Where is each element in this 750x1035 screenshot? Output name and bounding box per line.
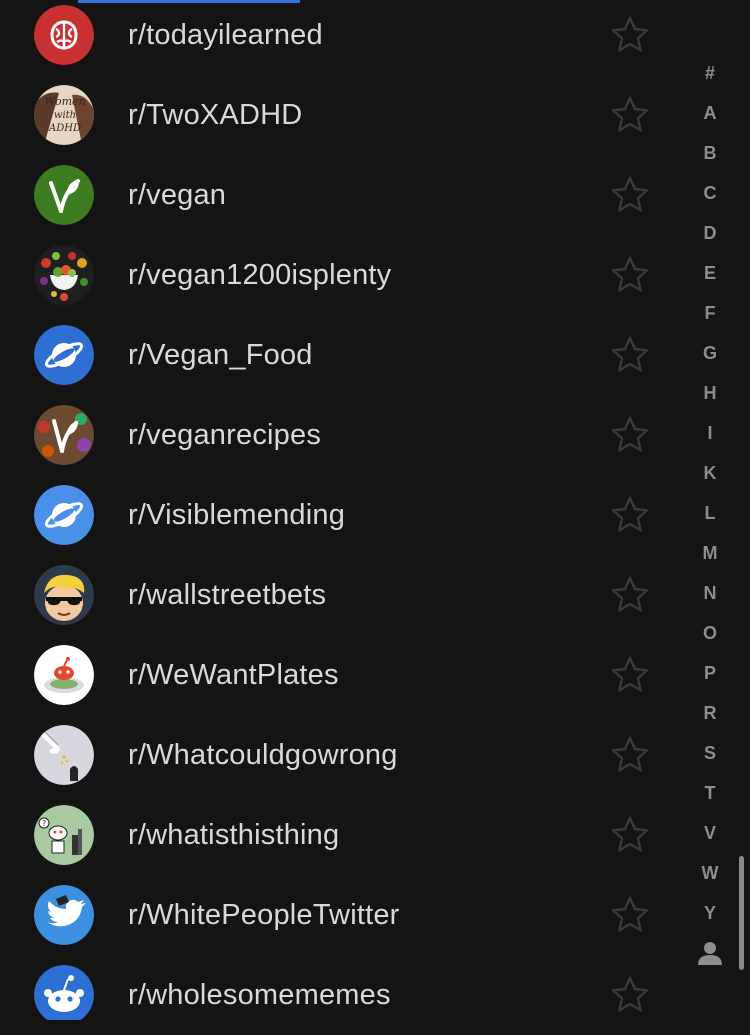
list-item[interactable]: r/Visiblemending bbox=[0, 475, 690, 555]
favorite-star-icon[interactable] bbox=[610, 175, 650, 215]
favorite-star-icon[interactable] bbox=[610, 575, 650, 615]
icon-text-with: with bbox=[54, 110, 76, 121]
favorite-star-icon[interactable] bbox=[610, 735, 650, 775]
subreddit-name: r/wallstreetbets bbox=[128, 579, 327, 611]
user-icon[interactable] bbox=[697, 933, 723, 973]
wsb-guy-icon bbox=[34, 565, 94, 625]
list-item[interactable]: r/todayilearned bbox=[0, 0, 690, 75]
list-item[interactable]: r/vegan bbox=[0, 155, 690, 235]
index-letter[interactable]: C bbox=[704, 173, 717, 213]
index-letter[interactable]: Y bbox=[704, 893, 716, 933]
index-letter[interactable]: N bbox=[704, 573, 717, 613]
subreddit-name: r/whatisthisthing bbox=[128, 819, 340, 851]
planet-icon bbox=[34, 485, 94, 545]
favorite-star-icon[interactable] bbox=[610, 415, 650, 455]
svg-text:?: ? bbox=[42, 819, 46, 828]
icon-text-women: Women bbox=[44, 95, 85, 108]
list-item[interactable]: r/Vegan_Food bbox=[0, 315, 690, 395]
subreddit-name: r/Vegan_Food bbox=[128, 339, 313, 371]
subreddit-name: r/todayilearned bbox=[128, 19, 323, 51]
icon-text-adhd: ADHD bbox=[48, 123, 81, 134]
list-item[interactable]: r/veganrecipes bbox=[0, 395, 690, 475]
list-item[interactable]: ? r/whatisthisthing bbox=[0, 795, 690, 875]
bottom-edge bbox=[0, 1020, 750, 1032]
index-letter[interactable]: T bbox=[705, 773, 716, 813]
subreddit-name: r/veganrecipes bbox=[128, 419, 322, 451]
list-item[interactable]: r/WeWantPlates bbox=[0, 635, 690, 715]
planet-icon bbox=[34, 325, 94, 385]
index-letter[interactable]: R bbox=[704, 693, 717, 733]
index-letter[interactable]: M bbox=[703, 533, 718, 573]
list-item[interactable]: r/WhitePeopleTwitter bbox=[0, 875, 690, 955]
women-with-adhd-icon: Women with ADHD bbox=[34, 85, 94, 145]
subreddit-name: r/vegan1200isplenty bbox=[128, 259, 392, 291]
index-letter[interactable]: D bbox=[704, 213, 717, 253]
index-letter[interactable]: P bbox=[704, 653, 716, 693]
favorite-star-icon[interactable] bbox=[610, 255, 650, 295]
subreddit-name: r/Whatcouldgowrong bbox=[128, 739, 398, 771]
subreddit-name: r/WeWantPlates bbox=[128, 659, 339, 691]
list-item[interactable]: Women with ADHD r/TwoXADHD bbox=[0, 75, 690, 155]
favorite-star-icon[interactable] bbox=[610, 495, 650, 535]
vegan-recipes-leaf-icon bbox=[34, 405, 94, 465]
favorite-star-icon[interactable] bbox=[610, 15, 650, 55]
index-letter[interactable]: A bbox=[704, 93, 717, 133]
index-letter[interactable]: V bbox=[704, 813, 716, 853]
index-letter[interactable]: E bbox=[704, 253, 716, 293]
index-letter[interactable]: # bbox=[705, 53, 715, 93]
list-item[interactable]: r/wallstreetbets bbox=[0, 555, 690, 635]
alphabet-index[interactable]: # A B C D E F G H I K L M N O P R S T V … bbox=[692, 53, 728, 973]
subreddit-name: r/WhitePeopleTwitter bbox=[128, 899, 400, 931]
favorite-star-icon[interactable] bbox=[610, 335, 650, 375]
favorite-star-icon[interactable] bbox=[610, 655, 650, 695]
snoo-question-icon: ? bbox=[34, 805, 94, 865]
index-letter[interactable]: K bbox=[704, 453, 717, 493]
brain-icon bbox=[34, 5, 94, 65]
index-letter[interactable]: O bbox=[703, 613, 717, 653]
vegetable-bowl-icon bbox=[34, 245, 94, 305]
subreddit-name: r/Visiblemending bbox=[128, 499, 346, 531]
vegan-leaf-icon bbox=[34, 165, 94, 225]
favorite-star-icon[interactable] bbox=[610, 895, 650, 935]
index-letter[interactable]: S bbox=[704, 733, 716, 773]
snoo-plate-icon bbox=[34, 645, 94, 705]
index-letter[interactable]: B bbox=[704, 133, 717, 173]
subreddit-list: r/todayilearned Women with ADHD r/TwoXAD… bbox=[0, 0, 690, 1035]
list-item[interactable]: r/vegan1200isplenty bbox=[0, 235, 690, 315]
list-item[interactable]: r/Whatcouldgowrong bbox=[0, 715, 690, 795]
scrollbar[interactable] bbox=[739, 856, 744, 970]
index-letter[interactable]: I bbox=[707, 413, 712, 453]
index-letter[interactable]: G bbox=[703, 333, 717, 373]
subreddit-name: r/TwoXADHD bbox=[128, 99, 303, 131]
dropping-hand-icon bbox=[34, 725, 94, 785]
favorite-star-icon[interactable] bbox=[610, 95, 650, 135]
index-letter[interactable]: W bbox=[702, 853, 719, 893]
snoo-icon bbox=[34, 965, 94, 1025]
favorite-star-icon[interactable] bbox=[610, 815, 650, 855]
twitter-bird-icon bbox=[34, 885, 94, 945]
index-letter[interactable]: F bbox=[705, 293, 716, 333]
index-letter[interactable]: L bbox=[705, 493, 716, 533]
subreddit-name: r/vegan bbox=[128, 179, 227, 211]
favorite-star-icon[interactable] bbox=[610, 975, 650, 1015]
index-letter[interactable]: H bbox=[704, 373, 717, 413]
